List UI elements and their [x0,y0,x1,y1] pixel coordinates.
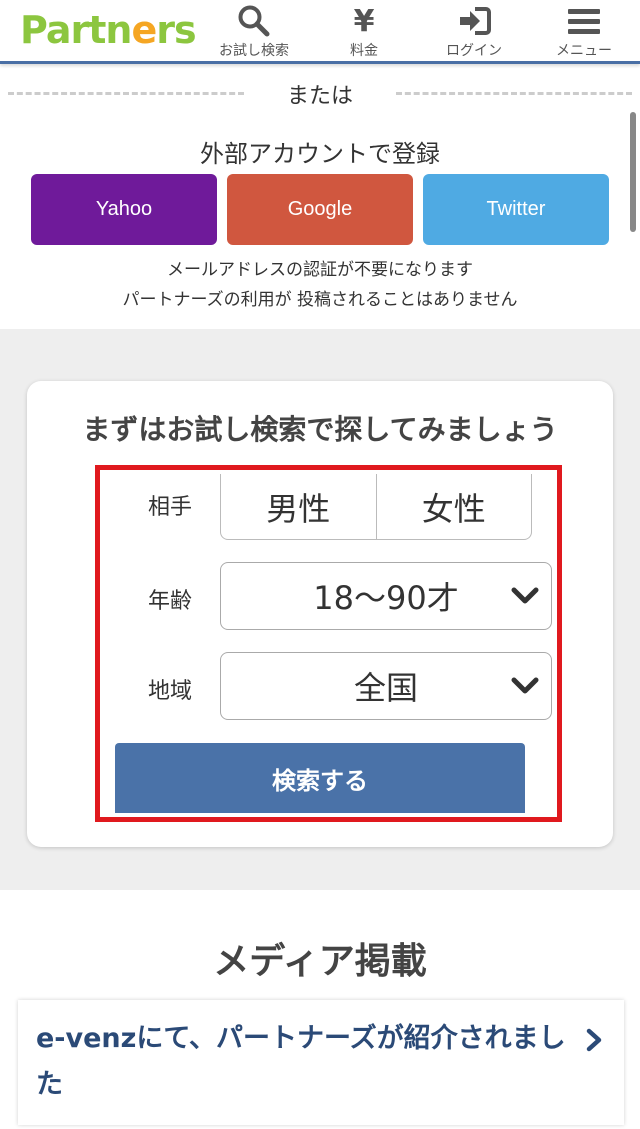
or-divider: または [0,78,640,109]
or-label: または [286,84,353,109]
note-no-email-verification: メールアドレスの認証が不要になります [167,260,473,280]
partners-logo[interactable]: Partners [20,8,197,52]
twitter-login-button[interactable]: Twitter [423,174,609,245]
logo-text-3: rs [156,8,196,52]
twitter-button-label: Twitter [486,198,546,220]
login-icon [457,4,491,38]
yahoo-login-button[interactable]: Yahoo [31,174,217,245]
yen-icon: ¥ [353,3,375,39]
google-login-button[interactable]: Google [227,174,413,245]
nav-login[interactable]: ログイン [424,4,524,60]
highlight-frame [95,465,562,822]
google-button-label: Google [287,198,353,220]
logo-text-2: e [131,8,157,52]
nav-trial-search[interactable]: お試し検索 [204,4,304,60]
site-header: Partners お試し検索 ¥ 料金 ログイン メニュー [0,0,640,64]
media-section-title: メディア掲載 [213,941,427,982]
media-item-link[interactable]: e-venzにて、パートナーズが紹介されました [36,1016,576,1108]
yahoo-button-label: Yahoo [95,198,153,220]
nav-trial-search-label: お試し検索 [219,43,289,59]
hamburger-menu-icon [568,4,600,38]
note-no-posting: パートナーズの利用が 投稿されることはありません [122,290,518,310]
external-account-title: 外部アカウントで登録 [200,140,440,168]
nav-menu[interactable]: メニュー [534,4,634,60]
nav-pricing-label: 料金 [350,43,378,59]
nav-pricing[interactable]: ¥ 料金 [314,4,414,60]
logo-text-1: Partn [20,8,132,52]
nav-menu-label: メニュー [556,43,612,59]
scrollbar[interactable] [630,112,636,232]
trial-search-title: まずはお試し検索で探してみましょう [82,413,558,446]
chevron-right-icon [586,1028,602,1052]
nav-login-label: ログイン [446,43,502,59]
search-icon [237,4,271,38]
